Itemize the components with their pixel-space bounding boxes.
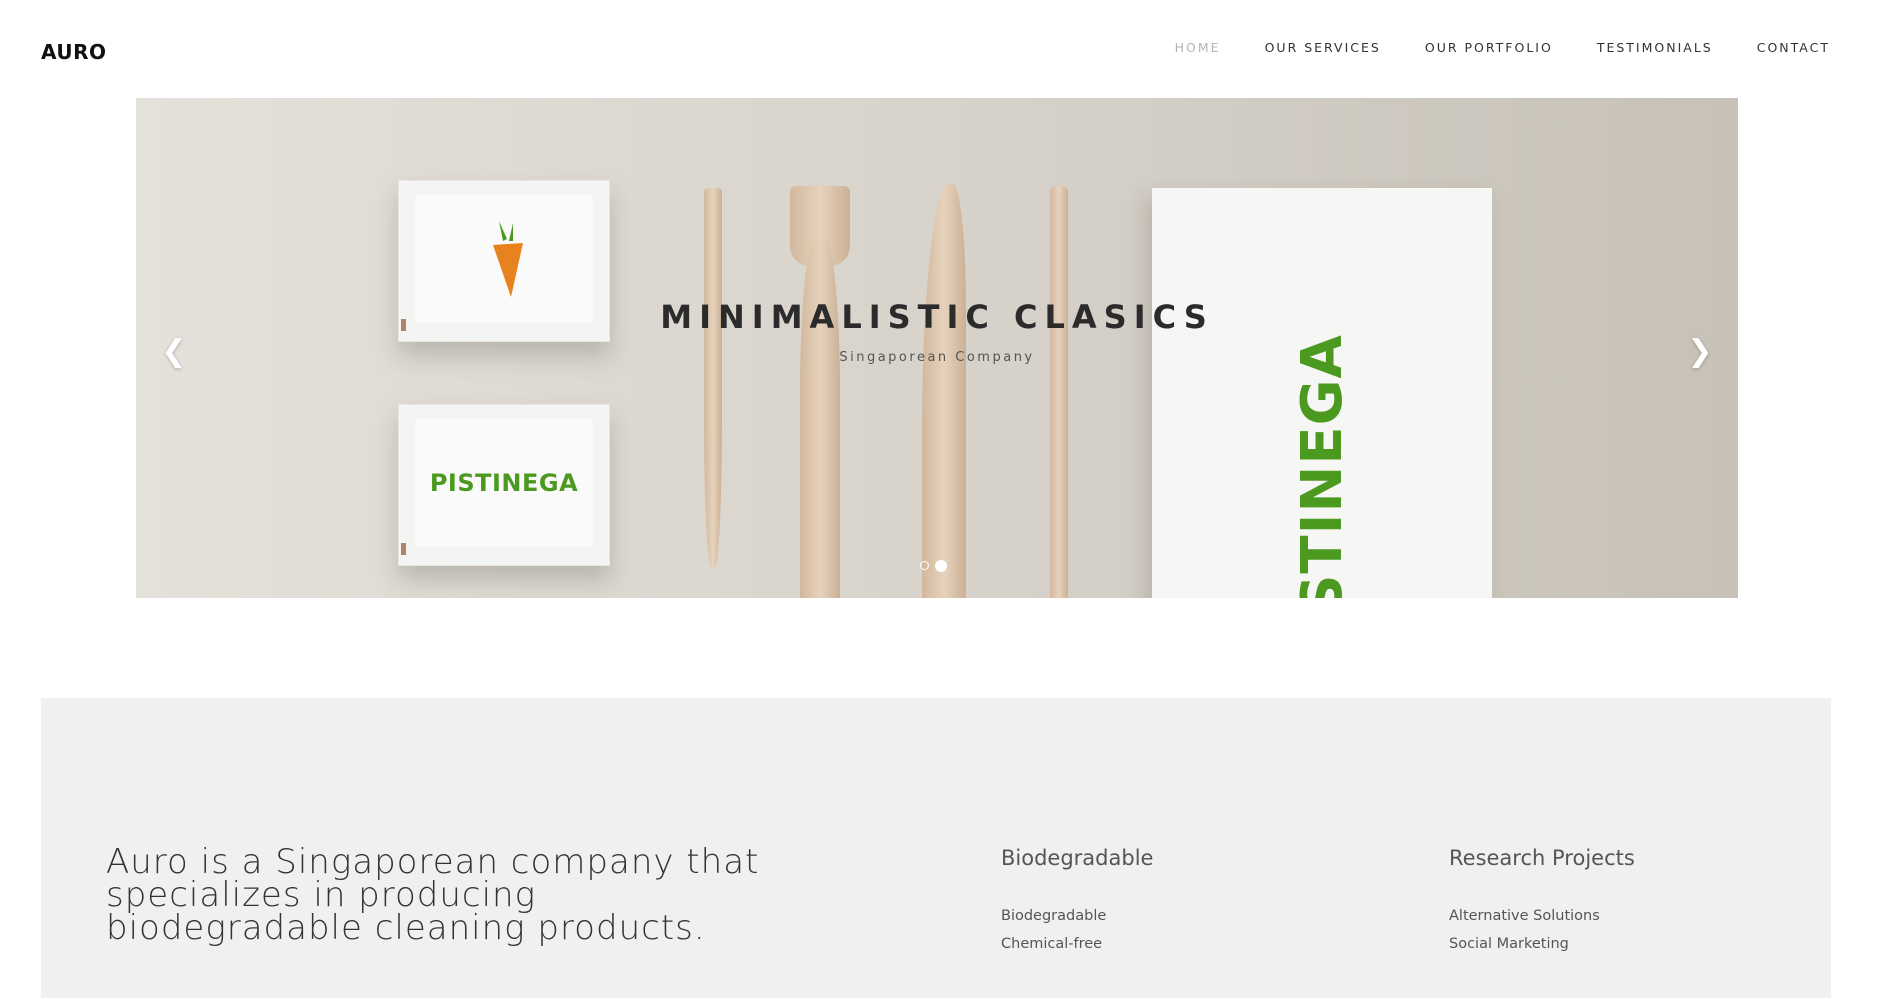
- link-social-marketing[interactable]: Social Marketing: [1449, 936, 1635, 952]
- nav-contact[interactable]: CONTACT: [1757, 40, 1830, 56]
- column-heading: Research Projects: [1449, 846, 1635, 870]
- about-text: Auro is a Singaporean company that speci…: [106, 842, 760, 948]
- main-nav: HOME OUR SERVICES OUR PORTFOLIO TESTIMON…: [1131, 40, 1830, 56]
- column-heading: Biodegradable: [1001, 846, 1154, 870]
- wooden-stick: [1050, 186, 1068, 598]
- link-chemical-free[interactable]: Chemical-free: [1001, 936, 1153, 952]
- carousel-indicators: [920, 560, 953, 572]
- chevron-left-icon[interactable]: ❮: [156, 334, 192, 370]
- nav-testimonials[interactable]: TESTIMONIALS: [1597, 40, 1713, 56]
- info-panel: Auro is a Singaporean company that speci…: [41, 698, 1831, 998]
- carousel-dot-1[interactable]: [920, 561, 929, 570]
- hero-title: MINIMALISTIC CLASICS: [660, 298, 1214, 336]
- chevron-right-icon[interactable]: ❯: [1682, 334, 1718, 370]
- column-biodegradable: Biodegradable Biodegradable Chemical-fre…: [1001, 846, 1153, 964]
- column-research-projects: Research Projects Alternative Solutions …: [1449, 846, 1635, 964]
- link-alternative-solutions[interactable]: Alternative Solutions: [1449, 908, 1635, 924]
- hero-carousel: PISTINEGA STINEGA MINIMALISTIC CLASICS S…: [136, 98, 1738, 598]
- nav-our-services[interactable]: OUR SERVICES: [1265, 40, 1381, 56]
- hero-subtitle: Singaporean Company: [839, 350, 1035, 365]
- nav-home[interactable]: HOME: [1175, 40, 1221, 56]
- nav-our-portfolio[interactable]: OUR PORTFOLIO: [1425, 40, 1553, 56]
- wooden-fork-handle: [800, 238, 840, 598]
- carrot-logo-icon: [493, 221, 523, 297]
- wooden-knife: [922, 184, 966, 598]
- brand-logo[interactable]: AURO: [41, 40, 107, 64]
- napkin: STINEGA: [1152, 188, 1492, 598]
- sachet-with-logo: PISTINEGA: [398, 404, 610, 566]
- sachet-brand-logo: PISTINEGA: [429, 469, 579, 497]
- napkin-brand-logo: STINEGA: [1289, 333, 1355, 598]
- wooden-stirrer: [704, 188, 722, 568]
- carousel-dot-2[interactable]: [935, 560, 947, 572]
- link-biodegradable[interactable]: Biodegradable: [1001, 908, 1153, 924]
